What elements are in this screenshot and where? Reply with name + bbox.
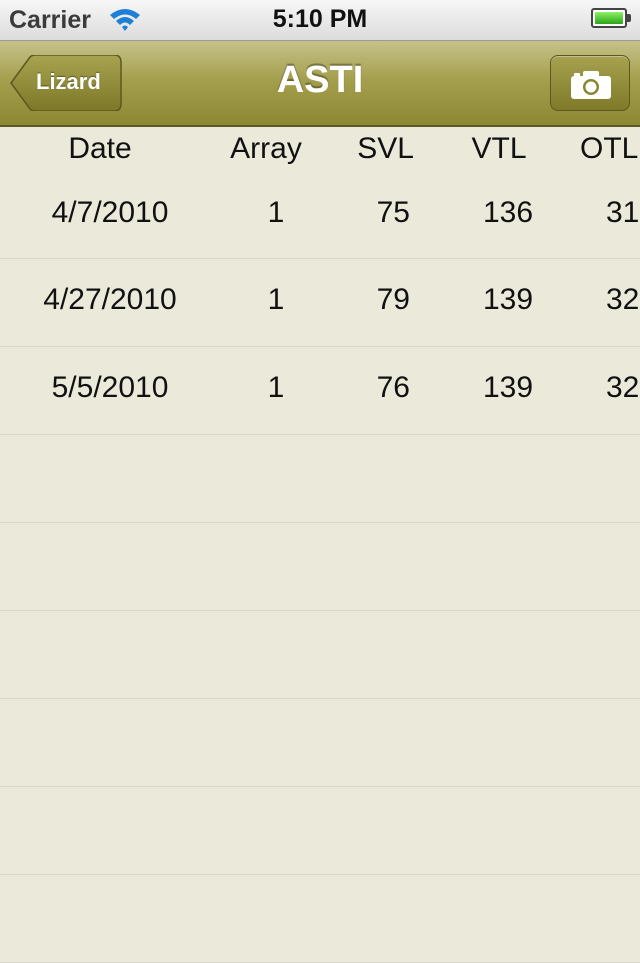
battery-fill xyxy=(595,12,623,24)
empty-row xyxy=(0,435,640,523)
empty-row xyxy=(0,787,640,875)
battery-tip xyxy=(627,14,631,22)
page-title: ASTI xyxy=(276,59,364,101)
cell-vtl: 136 xyxy=(482,196,534,229)
camera-icon xyxy=(571,71,611,99)
header-date: Date xyxy=(68,132,132,165)
cell-vtl: 139 xyxy=(482,283,534,316)
cell-otl: 32 xyxy=(606,371,640,404)
cell-array: 1 xyxy=(267,371,285,404)
empty-row xyxy=(0,875,640,963)
header-array: Array xyxy=(230,132,302,165)
header-otl: OTL xyxy=(580,132,639,165)
cell-array: 1 xyxy=(267,196,285,229)
status-time: 5:10 PM xyxy=(272,5,368,33)
navigation-bar: Lizard ASTI xyxy=(0,41,640,127)
cell-otl: 31 xyxy=(606,196,640,229)
empty-row xyxy=(0,611,640,699)
battery-icon xyxy=(591,8,627,28)
cell-date: 4/7/2010 xyxy=(51,196,169,229)
cell-vtl: 139 xyxy=(482,371,534,404)
table-row[interactable]: 4/27/2010 1 79 139 32 xyxy=(0,259,640,347)
cell-date: 5/5/2010 xyxy=(51,371,169,404)
cell-array: 1 xyxy=(267,283,285,316)
header-svl: SVL xyxy=(357,132,414,165)
cell-svl: 76 xyxy=(376,371,410,404)
table-row[interactable]: 4/7/2010 1 75 136 31 xyxy=(0,172,640,259)
status-bar: Carrier 5:10 PM xyxy=(0,0,640,41)
header-vtl: VTL xyxy=(471,132,527,165)
data-table: 4/7/2010 1 75 136 31 4/27/2010 1 79 139 … xyxy=(0,172,640,963)
camera-button[interactable] xyxy=(550,55,630,111)
table-row[interactable]: 5/5/2010 1 76 139 32 xyxy=(0,347,640,435)
cell-svl: 79 xyxy=(376,283,410,316)
cell-date: 4/27/2010 xyxy=(43,283,177,316)
cell-svl: 75 xyxy=(376,196,410,229)
empty-row xyxy=(0,699,640,787)
cell-otl: 32 xyxy=(606,283,640,316)
empty-row xyxy=(0,523,640,611)
table-header: Date Array SVL VTL OTL xyxy=(0,128,640,172)
